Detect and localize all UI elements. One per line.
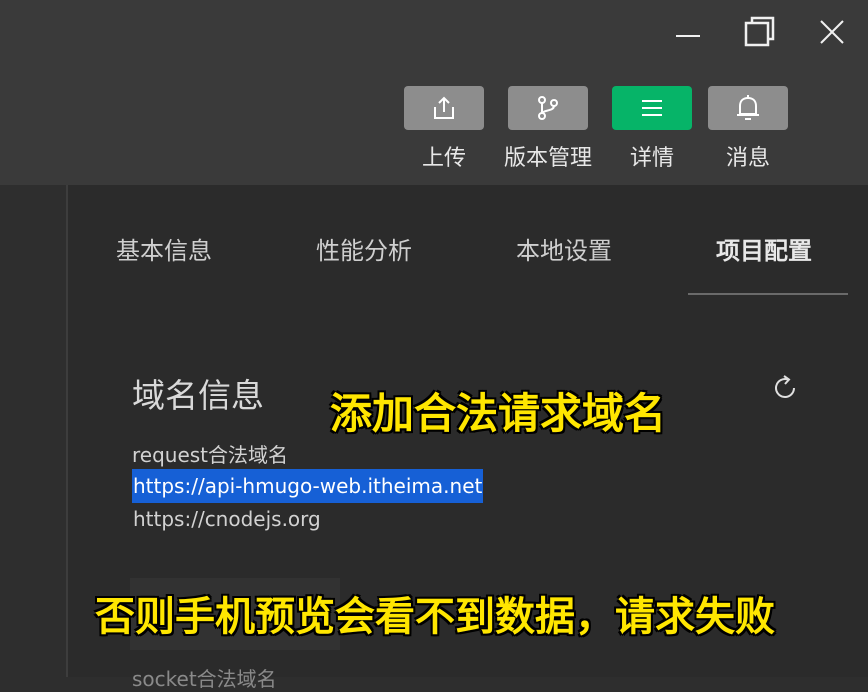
- minimize-icon: [676, 35, 700, 37]
- tab-performance[interactable]: 性能分析: [316, 231, 412, 266]
- menu-icon: [642, 100, 662, 116]
- upload-icon: [434, 96, 454, 119]
- restore-button[interactable]: [740, 12, 780, 52]
- version-label: 版本管理: [503, 146, 592, 171]
- request-domain-label: request合法域名: [132, 443, 289, 467]
- upload-label: 上传: [421, 146, 466, 171]
- domain-item[interactable]: https://cnodejs.org: [132, 507, 322, 531]
- message-tool[interactable]: 消息: [708, 86, 788, 172]
- message-label: 消息: [725, 146, 770, 171]
- message-button[interactable]: [708, 86, 788, 130]
- bell-icon: [737, 95, 759, 120]
- version-button[interactable]: [508, 86, 588, 130]
- minimize-button[interactable]: [668, 12, 708, 52]
- annotation-add-domain: 添加合法请求域名: [330, 389, 667, 438]
- restore-icon: [744, 16, 775, 47]
- branch-icon: [538, 96, 558, 120]
- annotation-warning: 否则手机预览会看不到数据，请求失败: [95, 594, 775, 640]
- detail-button[interactable]: [612, 86, 692, 130]
- active-tab-indicator: [688, 293, 848, 295]
- detail-label: 详情: [629, 146, 674, 171]
- close-icon: [820, 20, 844, 44]
- tab-local-settings[interactable]: 本地设置: [516, 231, 612, 266]
- tab-basic-info[interactable]: 基本信息: [116, 231, 212, 266]
- refresh-icon[interactable]: [770, 373, 800, 403]
- title-toolbar: 上传 版本管理 详情 消息: [0, 0, 868, 185]
- left-gutter: [0, 185, 68, 677]
- close-button[interactable]: [812, 12, 852, 52]
- socket-domain-label: socket合法域名: [132, 667, 277, 691]
- domain-item-selected[interactable]: https://api-hmugo-web.itheima.net: [132, 469, 484, 503]
- section-title: 域名信息: [132, 376, 264, 415]
- upload-button[interactable]: [404, 86, 484, 130]
- version-tool[interactable]: 版本管理: [504, 86, 592, 172]
- tab-project-config[interactable]: 项目配置: [716, 231, 812, 266]
- detail-tool[interactable]: 详情: [612, 86, 692, 172]
- upload-tool[interactable]: 上传: [404, 86, 484, 172]
